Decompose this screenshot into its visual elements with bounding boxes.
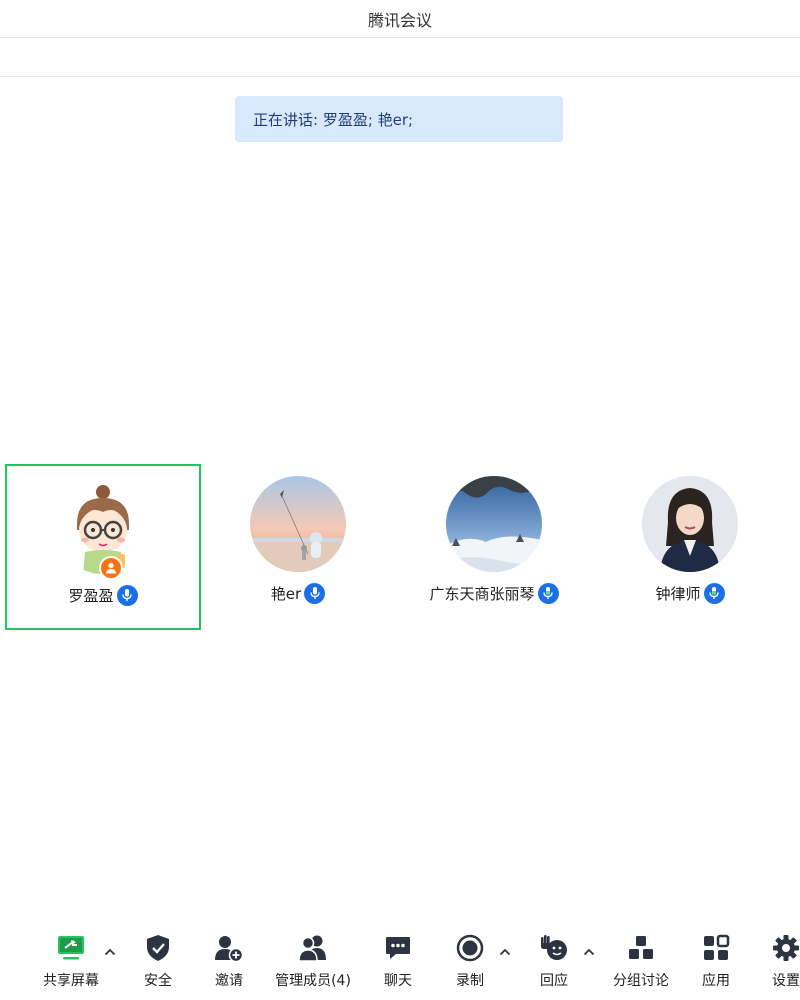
apps-button[interactable]: 应用 xyxy=(699,932,733,990)
host-badge xyxy=(99,556,123,580)
members-icon xyxy=(297,932,329,964)
host-person-icon xyxy=(106,562,116,574)
settings-button[interactable]: 设置 xyxy=(769,932,800,990)
shield-icon xyxy=(142,932,174,964)
settings-label: 设置 xyxy=(772,973,800,989)
chat-button[interactable]: 聊天 xyxy=(381,932,415,990)
title-bar: 腾讯会议 xyxy=(0,0,800,38)
apps-label: 应用 xyxy=(702,973,730,989)
chat-label: 聊天 xyxy=(384,973,412,989)
invite-button[interactable]: 邀请 xyxy=(212,932,246,990)
participant-tile[interactable]: 钟律师 xyxy=(592,464,788,630)
manage-members-button[interactable]: 管理成员(4) xyxy=(273,932,353,990)
participant-name: 罗盈盈 xyxy=(68,586,114,605)
apps-grid-icon xyxy=(700,932,732,964)
participant-tile[interactable]: 广东天商张丽琴 xyxy=(396,464,592,630)
record-chevron-up-icon[interactable] xyxy=(498,946,512,958)
share-screen-chevron-up-icon[interactable] xyxy=(103,946,117,958)
landscape-photo-avatar-icon xyxy=(446,476,542,572)
chat-bubble-icon xyxy=(382,932,414,964)
react-button[interactable]: 回应 xyxy=(537,932,571,990)
record-label: 录制 xyxy=(456,973,484,989)
manage-members-label: 管理成员(4) xyxy=(275,973,351,989)
avatar xyxy=(446,476,542,572)
share-screen-label: 共享屏幕 xyxy=(43,973,99,989)
breakout-rooms-button[interactable]: 分组讨论 xyxy=(610,932,672,990)
avatar xyxy=(250,476,346,572)
breakout-rooms-label: 分组讨论 xyxy=(613,973,669,989)
react-label: 回应 xyxy=(540,973,568,989)
react-chevron-up-icon[interactable] xyxy=(582,946,596,958)
participant-gallery: 罗盈盈 艳er 广东天商张丽琴 钟律师 xyxy=(0,464,800,632)
portrait-photo-avatar-icon xyxy=(642,476,738,572)
avatar xyxy=(642,476,738,572)
participant-tile[interactable]: 艳er xyxy=(200,464,396,630)
beach-photo-avatar-icon xyxy=(250,476,346,572)
meeting-toolbar: 共享屏幕 安全 邀请 管理成员(4) 聊天 录制 回应 分组讨论 应用 设置 xyxy=(0,920,800,1000)
share-screen-button[interactable]: 共享屏幕 xyxy=(40,932,102,990)
share-screen-icon xyxy=(55,932,87,964)
participant-tile[interactable]: 罗盈盈 xyxy=(5,464,201,630)
participant-name: 艳er xyxy=(270,584,302,603)
record-icon xyxy=(454,932,486,964)
security-button[interactable]: 安全 xyxy=(141,932,175,990)
mic-on-icon xyxy=(116,584,138,606)
participant-name: 广东天商张丽琴 xyxy=(429,584,535,603)
mic-speaking-icon xyxy=(537,582,559,604)
raise-hand-emoji-icon xyxy=(538,932,570,964)
participant-name-row: 钟律师 xyxy=(655,582,725,604)
speaking-banner: 正在讲话: 罗盈盈; 艳er; xyxy=(235,96,563,142)
mic-on-icon xyxy=(304,582,326,604)
mic-speaking-icon xyxy=(703,582,725,604)
participant-name-row: 广东天商张丽琴 xyxy=(429,582,559,604)
speaking-text: 正在讲话: 罗盈盈; 艳er; xyxy=(253,110,414,129)
add-user-icon xyxy=(213,932,245,964)
gear-icon xyxy=(770,932,800,964)
record-button[interactable]: 录制 xyxy=(453,932,487,990)
participant-name-row: 艳er xyxy=(270,582,326,604)
participant-name-row: 罗盈盈 xyxy=(68,584,138,606)
breakout-rooms-icon xyxy=(625,932,657,964)
participant-name: 钟律师 xyxy=(655,584,701,603)
info-bar xyxy=(0,38,800,77)
window-title: 腾讯会议 xyxy=(367,10,432,30)
security-label: 安全 xyxy=(144,973,172,989)
invite-label: 邀请 xyxy=(215,973,243,989)
